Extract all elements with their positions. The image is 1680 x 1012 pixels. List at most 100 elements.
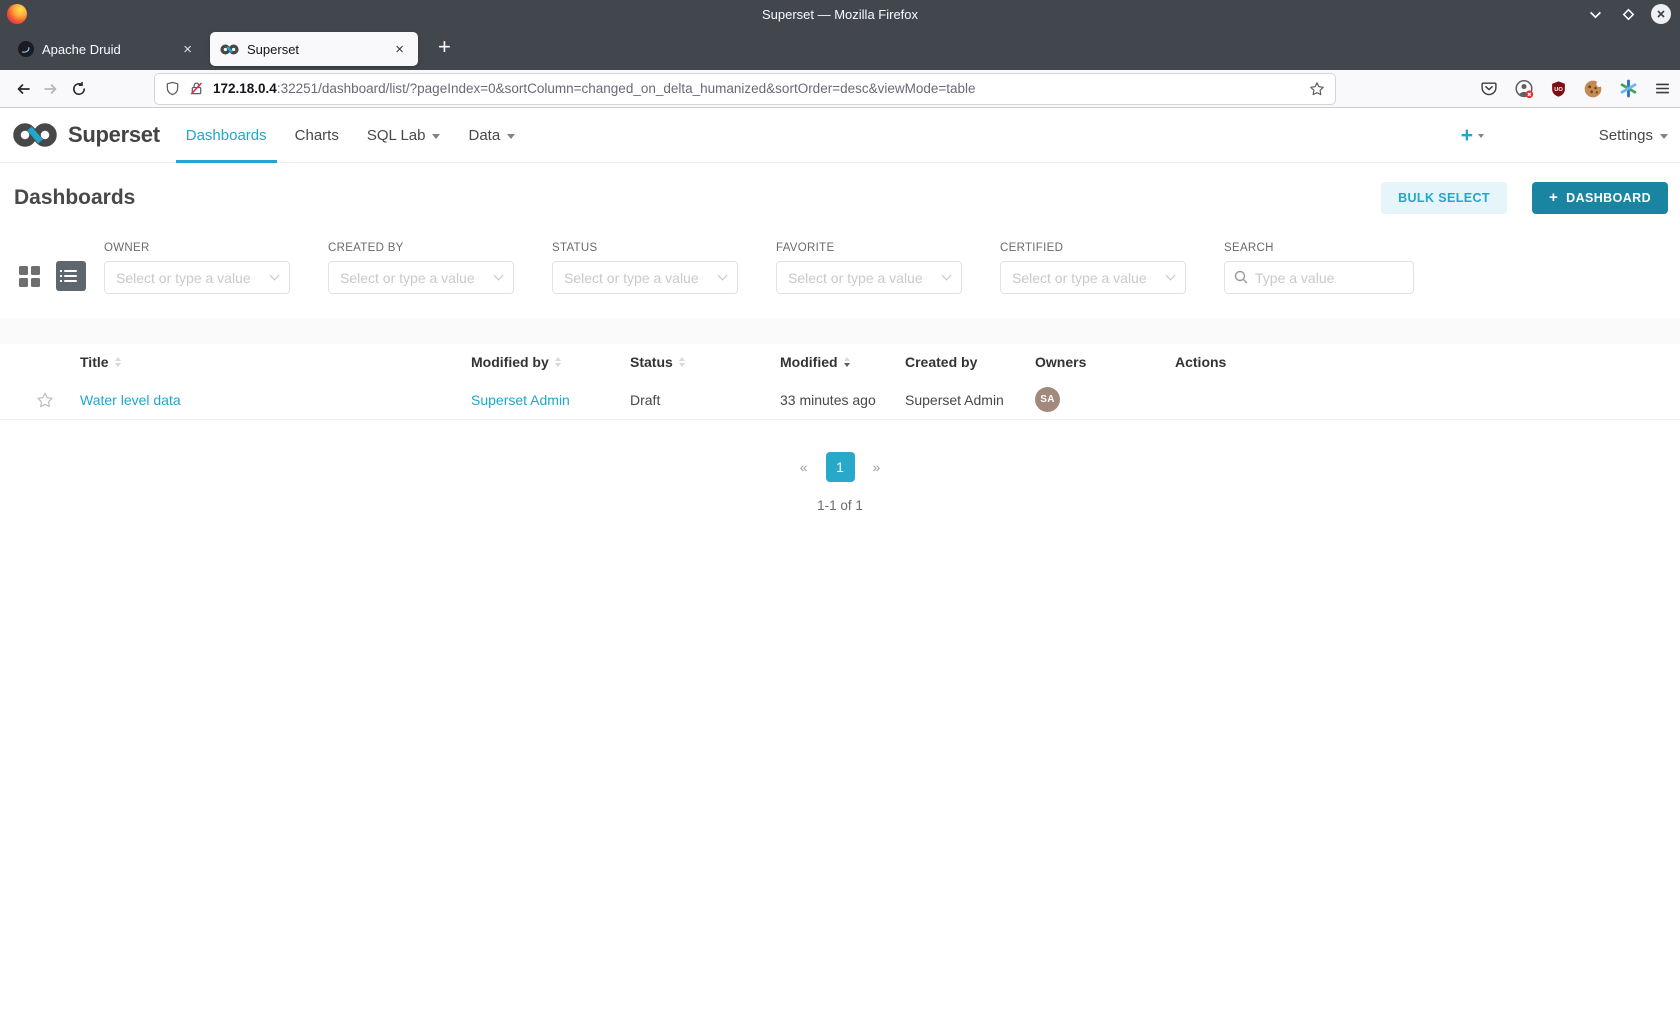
row-count-summary: 1-1 of 1 (0, 498, 1680, 513)
url-text[interactable]: 172.18.0.4:32251/dashboard/list/?pageInd… (213, 81, 1300, 96)
page-1-button[interactable]: 1 (826, 452, 855, 482)
insecure-lock-icon[interactable] (189, 81, 204, 96)
brand-name: Superset (68, 122, 160, 148)
card-view-icon[interactable] (16, 263, 43, 290)
extension-asterisk-icon[interactable] (1619, 79, 1638, 98)
new-item-menu[interactable]: + (1461, 125, 1484, 146)
next-page-button[interactable]: » (867, 455, 887, 479)
column-label: Created by (905, 354, 977, 370)
plus-icon: + (1461, 125, 1473, 146)
reload-icon[interactable] (65, 75, 93, 103)
column-label: Modified by (471, 354, 549, 370)
search-input[interactable] (1224, 261, 1414, 294)
column-header-actions: Actions (1175, 354, 1680, 370)
settings-menu[interactable]: Settings (1599, 127, 1668, 144)
filter-owner: OWNER (104, 242, 290, 294)
created-by-select-input[interactable] (328, 261, 514, 294)
column-header-modified[interactable]: Modified (780, 354, 905, 370)
filter-label: FAVORITE (776, 242, 962, 254)
forward-icon[interactable] (37, 75, 65, 103)
pocket-icon[interactable] (1480, 80, 1498, 97)
nav-label: Data (468, 127, 500, 144)
created-by-cell: Superset Admin (905, 392, 1035, 408)
close-window-icon[interactable] (1651, 4, 1671, 24)
filter-search: SEARCH (1224, 242, 1414, 294)
browser-window: Superset — Mozilla Firefox Apache Druid … (0, 0, 1680, 1012)
menu-hamburger-icon[interactable] (1654, 80, 1671, 97)
maximize-icon[interactable] (1618, 4, 1638, 24)
url-domain: 172.18.0.4 (213, 81, 277, 96)
filter-favorite: FAVORITE (776, 242, 962, 294)
new-tab-button[interactable]: + (432, 36, 457, 62)
profile-blocked-icon[interactable] (1514, 79, 1534, 99)
tab-superset[interactable]: Superset × (210, 32, 418, 66)
list-view-icon[interactable] (56, 261, 86, 291)
page-title: Dashboards (14, 186, 135, 210)
tab-title: Apache Druid (42, 42, 171, 57)
pagination: « 1 » (0, 452, 1680, 482)
favorite-select-input[interactable] (776, 261, 962, 294)
close-tab-icon[interactable]: × (179, 40, 196, 59)
favorite-select (776, 261, 962, 294)
bulk-select-button[interactable]: BULK SELECT (1381, 182, 1507, 214)
tab-apache-druid[interactable]: Apache Druid × (8, 32, 206, 66)
nav-item-sql-lab[interactable]: SQL Lab (353, 108, 455, 162)
sort-icon (679, 357, 685, 367)
owner-avatar[interactable]: SA (1035, 387, 1060, 412)
certified-select (1000, 261, 1186, 294)
new-dashboard-label: DASHBOARD (1566, 191, 1651, 205)
status-select-input[interactable] (552, 261, 738, 294)
search-icon (1233, 269, 1249, 290)
column-header-created-by: Created by (905, 354, 1035, 370)
status-cell: Draft (630, 392, 780, 408)
table-row: Water level data Superset Admin Draft 33… (0, 380, 1680, 420)
favorite-star-icon[interactable] (36, 391, 80, 409)
column-header-modified-by[interactable]: Modified by (471, 354, 630, 370)
modified-by-link[interactable]: Superset Admin (471, 392, 570, 408)
svg-text:UO: UO (1554, 87, 1563, 93)
filter-label: STATUS (552, 242, 738, 254)
chevron-down-icon (507, 134, 515, 139)
chevron-down-icon (1478, 134, 1484, 138)
shield-icon[interactable] (165, 81, 180, 96)
page-header: Dashboards BULK SELECT + DASHBOARD (0, 173, 1680, 222)
view-toggles (16, 261, 86, 291)
dashboard-title-link[interactable]: Water level data (80, 392, 181, 408)
filter-bar: OWNER CREATED BY STATUS FAVORITE (0, 242, 1680, 294)
toolbar-extensions: UO (1480, 79, 1680, 99)
table-header-row: Title Modified by Status Modified Create… (0, 344, 1680, 380)
column-label: Title (80, 354, 109, 370)
druid-icon (18, 41, 34, 57)
column-header-owners: Owners (1035, 354, 1175, 370)
plus-icon: + (1549, 189, 1558, 206)
column-label: Owners (1035, 354, 1086, 370)
column-header-title[interactable]: Title (80, 354, 471, 370)
certified-select-input[interactable] (1000, 261, 1186, 294)
nav-item-charts[interactable]: Charts (281, 108, 353, 162)
close-tab-icon[interactable]: × (391, 40, 408, 59)
nav-item-data[interactable]: Data (454, 108, 529, 162)
filter-created-by: CREATED BY (328, 242, 514, 294)
sort-icon (115, 357, 121, 367)
window-title: Superset — Mozilla Firefox (0, 7, 1680, 22)
back-icon[interactable] (9, 75, 37, 103)
url-path: :32251/dashboard/list/?pageIndex=0&sortC… (277, 81, 976, 96)
superset-logo[interactable]: Superset (12, 122, 160, 148)
nav-item-dashboards[interactable]: Dashboards (172, 108, 281, 162)
filter-label: CERTIFIED (1000, 242, 1186, 254)
superset-favicon (220, 44, 239, 55)
header-actions: BULK SELECT + DASHBOARD (1381, 182, 1668, 214)
superset-infinity-icon (12, 123, 58, 147)
prev-page-button[interactable]: « (794, 455, 814, 479)
bookmark-star-icon[interactable] (1309, 81, 1325, 97)
url-bar[interactable]: 172.18.0.4:32251/dashboard/list/?pageInd… (155, 74, 1335, 104)
ublock-icon[interactable]: UO (1550, 80, 1567, 98)
nav-label: Dashboards (186, 127, 267, 144)
filter-label: SEARCH (1224, 242, 1414, 254)
filter-status: STATUS (552, 242, 738, 294)
new-dashboard-button[interactable]: + DASHBOARD (1532, 182, 1668, 214)
minimize-icon[interactable] (1585, 4, 1605, 24)
cookie-icon[interactable] (1583, 79, 1603, 99)
column-header-status[interactable]: Status (630, 354, 780, 370)
owner-select-input[interactable] (104, 261, 290, 294)
